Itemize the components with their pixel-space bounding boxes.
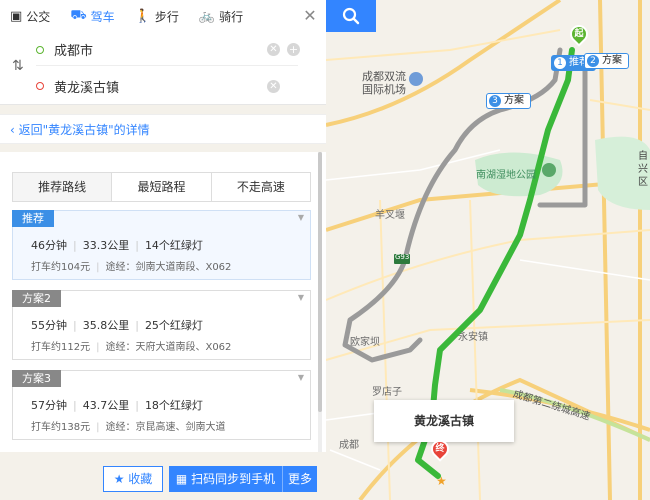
chengdu-short-label: 成都 [339, 440, 359, 451]
mode-walk[interactable]: 🚶 步行 [125, 0, 189, 32]
chevron-down-icon: ▼ [297, 293, 304, 302]
chevron-down-icon: ▼ [297, 373, 304, 382]
right-edge-label: 自 兴 区 [638, 151, 648, 188]
qr-code-icon: ▦ [175, 472, 188, 486]
yangchaye-label: 羊叉堰 [375, 210, 405, 221]
destination-card[interactable]: 黄龙溪古镇 [374, 400, 514, 442]
route-results: 推荐路线 最短路程 不走高速 推荐 ▼ 46分钟 | 33.3公里 | 14个红绿灯 打… [0, 152, 326, 452]
swap-icon[interactable]: ⇅ [12, 58, 24, 74]
action-bar: ★ 收藏 ▦ 扫码同步到手机 更多 [0, 460, 326, 500]
clear-end-icon[interactable]: ✕ [267, 79, 280, 93]
route-plan-1[interactable]: 推荐 ▼ 46分钟 | 33.3公里 | 14个红绿灯 打车约104元 | 途经：剑南大道南… [12, 210, 311, 280]
bus-icon: ▣ [10, 8, 23, 24]
bike-icon: 🚲 [198, 8, 216, 24]
yongan-label: 永安镇 [458, 332, 488, 343]
search-button[interactable] [326, 0, 376, 32]
search-icon [342, 7, 360, 25]
send-to-phone-button[interactable]: ▦ 扫码同步到手机 更多 [169, 466, 317, 492]
add-waypoint-icon[interactable]: + [287, 43, 300, 56]
tab-no-highway[interactable]: 不走高速 [212, 173, 310, 201]
travel-mode-bar: ▣ 公交 ⛟ 驾车 🚶 步行 🚲 骑行 ✕ [0, 0, 326, 33]
clear-start-icon[interactable]: ✕ [267, 43, 280, 56]
route-preference-tabs: 推荐路线 最短路程 不走高速 [12, 172, 311, 202]
close-icon[interactable]: ✕ [294, 0, 326, 32]
chevron-left-icon: ‹ [10, 123, 15, 137]
star-icon: ★ [113, 472, 125, 486]
star-icon: ★ [436, 474, 447, 488]
results-scrollbar[interactable] [318, 152, 322, 452]
mode-car[interactable]: ⛟ 驾车 [60, 0, 124, 32]
route-inputs: ⇅ 成都市 ✕ + 黄龙溪古镇 ✕ [0, 32, 326, 105]
back-to-detail-link[interactable]: ‹ 返回"黄龙溪古镇"的详情 [0, 114, 326, 144]
mode-bike[interactable]: 🚲 骑行 [189, 0, 253, 32]
walk-icon: 🚶 [134, 8, 151, 24]
luodian-label: 罗店子 [372, 387, 402, 398]
start-input[interactable]: 成都市 ✕ + [36, 34, 300, 66]
oujia-label: 欧家坝 [350, 337, 380, 348]
g93-shield-label: G93 [395, 253, 410, 261]
end-input[interactable]: 黄龙溪古镇 ✕ [36, 70, 298, 102]
route-panel: ▣ 公交 ⛟ 驾车 🚶 步行 🚲 骑行 ✕ ⇅ 成都市 ✕ + 黄龙溪古镇 ✕ … [0, 0, 376, 500]
favorite-button[interactable]: ★ 收藏 [103, 466, 163, 492]
route-tag-2[interactable]: 2 方案 [584, 53, 629, 69]
route-plan-2[interactable]: 方案2 ▼ 55分钟 | 35.8公里 | 25个红绿灯 打车约112元 | 途经：天府大道… [12, 290, 311, 360]
tab-recommended[interactable]: 推荐路线 [13, 173, 113, 201]
more-button[interactable]: 更多 [283, 466, 317, 492]
mode-bus[interactable]: ▣ 公交 [0, 0, 60, 32]
end-dot-icon [36, 82, 44, 90]
tab-shortest[interactable]: 最短路程 [112, 173, 212, 201]
car-icon: ⛟ [70, 7, 87, 23]
route-plan-3[interactable]: 方案3 ▼ 57分钟 | 43.7公里 | 18个红绿灯 打车约138元 | 途经：京昆高速… [12, 370, 311, 440]
airport-label: 成都双流 国际机场 [362, 70, 406, 96]
chevron-down-icon: ▼ [297, 213, 304, 222]
route-tag-3[interactable]: 3 方案 [486, 93, 531, 109]
start-dot-icon [36, 45, 44, 54]
park-label: 南湖湿地公园 [476, 170, 536, 181]
